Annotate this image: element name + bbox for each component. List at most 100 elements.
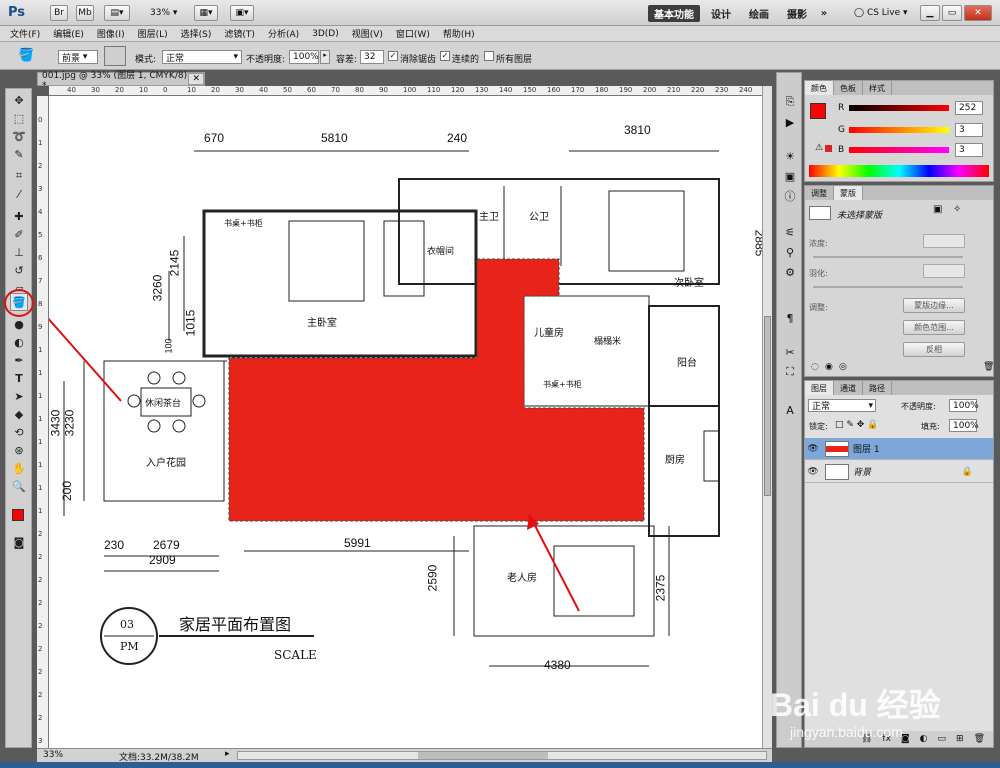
color-fg-swatch[interactable] xyxy=(810,103,826,119)
r-input[interactable]: 252 xyxy=(955,101,983,115)
shape-tool-icon[interactable]: ◆ xyxy=(10,405,28,423)
tab-swatches[interactable]: 色板 xyxy=(834,81,863,95)
maximize-button[interactable]: ▭ xyxy=(942,5,962,21)
density-input[interactable] xyxy=(923,234,965,248)
b-slider[interactable] xyxy=(849,147,949,153)
apply-mask-icon[interactable]: ◉ xyxy=(825,362,833,372)
tab-styles[interactable]: 样式 xyxy=(863,81,892,95)
paint-bucket-icon[interactable]: 🪣 xyxy=(18,48,34,63)
color-spectrum-bar[interactable] xyxy=(809,165,989,177)
zoom-tool-icon[interactable]: 🔍 xyxy=(10,477,28,495)
close-button[interactable]: ✕ xyxy=(964,5,992,21)
mode-select[interactable]: 正常 ▾ xyxy=(162,50,242,64)
menu-layer[interactable]: 图层(L) xyxy=(138,27,168,40)
delete-layer-icon[interactable]: 🗑 xyxy=(974,734,985,744)
3d-panel-icon[interactable]: ⛶ xyxy=(781,363,799,381)
pattern-picker[interactable] xyxy=(104,46,126,66)
more-workspaces-button[interactable]: » xyxy=(816,5,832,22)
contiguous-checkbox[interactable]: ✓ xyxy=(440,51,450,61)
mask-edge-button[interactable]: 蒙版边缘... xyxy=(903,298,965,313)
b-input[interactable]: 3 xyxy=(955,143,983,157)
marquee-tool-icon[interactable]: ⬚ xyxy=(10,109,28,127)
new-group-icon[interactable]: ▭ xyxy=(938,734,947,744)
antialias-checkbox[interactable]: ✓ xyxy=(388,51,398,61)
layer-name[interactable]: 图层 1 xyxy=(853,442,880,455)
blur-tool-icon[interactable]: ● xyxy=(10,315,28,333)
zoom-level-dropdown[interactable]: 33% ▾ xyxy=(150,8,177,18)
visibility-eye-icon[interactable]: 👁 xyxy=(805,467,821,477)
cs-live-button[interactable]: ◯ CS Live ▾ xyxy=(854,8,908,18)
character-icon[interactable]: A xyxy=(781,401,799,419)
blend-mode-select[interactable]: 正常 ▾ xyxy=(808,399,876,412)
screen-mode-button[interactable]: ▣▾ xyxy=(230,5,254,21)
menu-window[interactable]: 窗口(W) xyxy=(396,27,430,40)
minibridge-button[interactable]: Mb xyxy=(76,5,94,21)
quick-select-tool-icon[interactable]: ✎ xyxy=(10,145,28,163)
workspace-painting[interactable]: 绘画 xyxy=(744,5,774,22)
minimize-button[interactable]: ▁ xyxy=(920,5,940,21)
r-slider[interactable] xyxy=(849,105,949,111)
3d-rotate-tool-icon[interactable]: ⟲ xyxy=(10,423,28,441)
load-selection-icon[interactable]: ◌ xyxy=(811,362,819,372)
layer-name[interactable]: 背景 xyxy=(853,465,871,478)
scroll-thumb[interactable] xyxy=(764,316,771,496)
menu-analysis[interactable]: 分析(A) xyxy=(268,27,299,40)
menu-filter[interactable]: 滤镜(T) xyxy=(224,27,255,40)
menu-3d[interactable]: 3D(D) xyxy=(312,29,339,39)
horizontal-scrollbar[interactable] xyxy=(237,751,767,760)
arrange-documents-button[interactable]: ▦▾ xyxy=(194,5,218,21)
history-panel-icon[interactable]: ⎘ xyxy=(781,93,799,111)
status-menu-arrow[interactable]: ▸ xyxy=(225,749,230,759)
color-range-button[interactable]: 颜色范围... xyxy=(903,320,965,335)
path-select-tool-icon[interactable]: ➤ xyxy=(10,387,28,405)
crop-tool-icon[interactable]: ⌗ xyxy=(10,167,28,185)
tolerance-input[interactable]: 32 xyxy=(360,50,384,64)
opacity-slider-button[interactable]: ▸ xyxy=(320,50,330,64)
density-slider[interactable] xyxy=(813,256,963,258)
type-tool-icon[interactable]: T xyxy=(10,369,28,387)
workspace-design[interactable]: 设计 xyxy=(706,5,736,22)
disable-mask-icon[interactable]: ◎ xyxy=(839,362,847,372)
lasso-tool-icon[interactable]: ➰ xyxy=(10,127,28,145)
navigator-icon[interactable]: ▣ xyxy=(781,167,799,185)
tab-paths[interactable]: 路径 xyxy=(863,381,892,395)
foreground-color-swatch[interactable] xyxy=(12,509,24,521)
clone-source-icon[interactable]: ⚲ xyxy=(781,243,799,261)
adjustment-layer-icon[interactable]: ◐ xyxy=(920,734,928,744)
mini-bridge-icon[interactable]: ☀ xyxy=(781,147,799,165)
gamut-color-swatch[interactable] xyxy=(825,145,832,152)
dodge-tool-icon[interactable]: ◐ xyxy=(10,333,28,351)
tool-presets-icon[interactable]: ⚙ xyxy=(781,263,799,281)
horizontal-scroll-thumb[interactable] xyxy=(418,752,548,759)
lock-icons[interactable]: □ ✎ ✥ 🔒 xyxy=(835,420,878,430)
document-canvas[interactable]: 670 5810 240 3810 3260 2145 1015 2885 32… xyxy=(49,96,762,748)
tools-x-icon[interactable]: ✂ xyxy=(781,343,799,361)
visibility-eye-icon[interactable]: 👁 xyxy=(805,444,821,454)
pen-tool-icon[interactable]: ✒ xyxy=(10,351,28,369)
layer-row[interactable]: 👁 背景 🔒 xyxy=(805,461,993,483)
status-zoom[interactable]: 33% xyxy=(43,750,63,760)
feather-slider[interactable] xyxy=(813,286,963,288)
actions-panel-icon[interactable]: ▶ xyxy=(781,113,799,131)
eyedropper-tool-icon[interactable]: ⁄ xyxy=(10,185,28,203)
clone-stamp-tool-icon[interactable]: ⊥ xyxy=(10,243,28,261)
vertical-scrollbar[interactable] xyxy=(762,86,772,748)
menu-edit[interactable]: 编辑(E) xyxy=(53,27,84,40)
move-tool-icon[interactable]: ✥ xyxy=(10,91,28,109)
quick-mask-icon[interactable]: ◙ xyxy=(10,533,28,551)
layer-row[interactable]: 👁 图层 1 xyxy=(805,438,993,460)
gamut-warning-icon[interactable]: ⚠ xyxy=(815,143,823,153)
g-input[interactable]: 3 xyxy=(955,123,983,137)
hand-tool-icon[interactable]: ✋ xyxy=(10,459,28,477)
pixel-mask-icon[interactable]: ▣ xyxy=(933,204,942,215)
workspace-photography[interactable]: 摄影 xyxy=(782,5,812,22)
new-layer-icon[interactable]: ⊞ xyxy=(956,734,964,744)
tab-channels[interactable]: 通道 xyxy=(834,381,863,395)
brush-tool-icon[interactable]: ✐ xyxy=(10,225,28,243)
vector-mask-icon[interactable]: ✧ xyxy=(953,204,961,215)
info-panel-icon[interactable]: ⓘ xyxy=(781,187,799,205)
menu-view[interactable]: 视图(V) xyxy=(352,27,383,40)
close-document-icon[interactable]: ✕ xyxy=(188,73,204,85)
delete-mask-icon[interactable]: 🗑 xyxy=(983,362,994,372)
tab-layers[interactable]: 图层 xyxy=(805,381,834,395)
